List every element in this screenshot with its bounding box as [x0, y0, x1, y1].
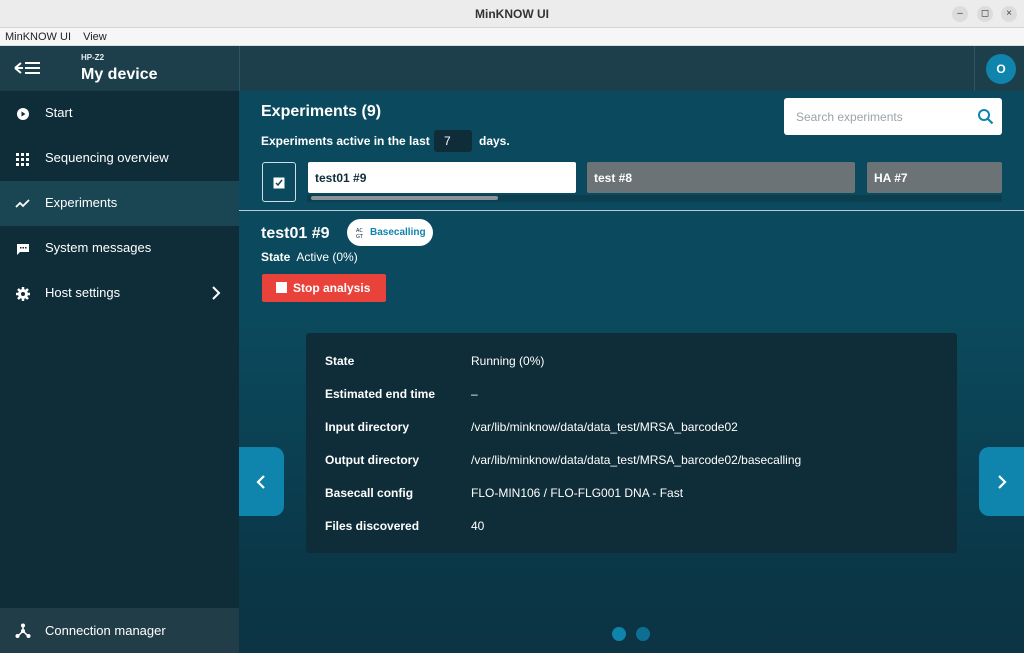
sidebar-item-connection-manager[interactable]: Connection manager: [0, 608, 239, 653]
sidebar-item-label: Sequencing overview: [45, 150, 169, 165]
sidebar-header: HP-Z2 My device: [0, 46, 239, 91]
stop-analysis-button[interactable]: Stop analysis: [262, 274, 386, 302]
sidebar-item-label: Experiments: [45, 195, 118, 210]
menu-minknow[interactable]: MinKNOW UI: [0, 28, 71, 43]
state-label: State: [261, 250, 291, 264]
status-badge: AC GT Basecalling: [347, 219, 433, 246]
search-box: [784, 98, 1002, 135]
info-key: Basecall config: [325, 486, 414, 500]
select-experiments-button[interactable]: [262, 162, 296, 202]
minimize-button[interactable]: –: [952, 6, 968, 22]
experiment-tab[interactable]: test #8: [587, 162, 855, 193]
info-value: –: [471, 387, 478, 401]
header-divider: [974, 46, 975, 91]
experiment-state: State Active (0%): [261, 250, 358, 264]
menu-view[interactable]: View: [78, 28, 107, 43]
sidebar: HP-Z2 My device Start Sequencing overvie…: [0, 46, 239, 653]
sidebar-item-host-settings[interactable]: Host settings: [0, 271, 239, 316]
carousel-prev-button[interactable]: [239, 447, 284, 516]
state-value: Active (0%): [296, 250, 358, 264]
sidebar-item-start[interactable]: Start: [0, 91, 239, 136]
info-key: Files discovered: [325, 519, 420, 533]
sidebar-item-label: Start: [45, 105, 73, 120]
sidebar-item-label: Connection manager: [45, 623, 166, 638]
info-value: /var/lib/minknow/data/data_test/MRSA_bar…: [471, 420, 738, 434]
grid-icon: [15, 151, 31, 167]
gear-icon: [15, 286, 31, 302]
experiment-tab[interactable]: HA #7: [867, 162, 1002, 193]
info-card: State Running (0%) Estimated end time – …: [306, 333, 957, 553]
window-title: MinKNOW UI: [475, 7, 549, 21]
info-key: Input directory: [325, 420, 410, 434]
info-value: FLO-MIN106 / FLO-FLG001 DNA - Fast: [471, 486, 684, 500]
sidebar-item-system-messages[interactable]: System messages: [0, 226, 239, 271]
info-key: State: [325, 354, 355, 368]
stop-icon: [276, 282, 287, 293]
device-title: My device: [81, 66, 158, 83]
experiment-detail-header: test01 #9 AC GT Basecalling State Active (…: [239, 211, 1024, 311]
window-titlebar: MinKNOW UI – ◻ ×: [0, 0, 1024, 28]
info-value: Running (0%): [471, 354, 545, 368]
page-title: Experiments (9): [261, 103, 382, 120]
info-key: Estimated end time: [325, 387, 436, 401]
carousel-dot-2[interactable]: [636, 627, 650, 641]
network-icon: [15, 623, 31, 639]
play-circle-icon: [15, 106, 31, 122]
info-value: 40: [471, 519, 485, 533]
message-icon: [15, 241, 31, 257]
experiment-tab[interactable]: test01 #9: [308, 162, 576, 193]
svg-text:GT: GT: [356, 234, 364, 239]
carousel-next-button[interactable]: [979, 447, 1024, 516]
active-days-input[interactable]: 7: [434, 130, 472, 152]
menu-bar: MinKNOW UI View: [0, 28, 1024, 46]
collapse-menu-icon[interactable]: [13, 58, 43, 78]
device-host: HP-Z2: [81, 53, 105, 62]
search-input[interactable]: [796, 107, 966, 127]
main-header: O: [239, 46, 1024, 91]
sidebar-item-experiments[interactable]: Experiments: [0, 181, 239, 226]
experiment-name: test01 #9: [261, 225, 330, 242]
basecalling-icon: AC GT: [356, 226, 368, 240]
sidebar-item-label: Host settings: [45, 285, 121, 300]
chevron-left-icon: [256, 475, 265, 489]
close-button[interactable]: ×: [1001, 6, 1017, 22]
chevron-right-icon: [210, 284, 222, 302]
carousel: State Running (0%) Estimated end time – …: [239, 311, 1024, 653]
active-days-suffix: days.: [479, 134, 510, 148]
active-filter-label: Experiments active in the last: [261, 134, 430, 148]
trend-line-icon: [15, 196, 31, 212]
experiments-panel: Experiments (9) Experiments active in th…: [239, 91, 1024, 210]
search-icon[interactable]: [977, 108, 994, 125]
sidebar-item-label: System messages: [45, 240, 152, 255]
maximize-button[interactable]: ◻: [977, 6, 993, 22]
info-value: /var/lib/minknow/data/data_test/MRSA_bar…: [471, 453, 802, 467]
avatar[interactable]: O: [986, 54, 1016, 84]
badge-label: Basecalling: [370, 227, 426, 238]
checkbox-icon: [273, 176, 285, 189]
chevron-right-icon: [998, 475, 1007, 489]
tabs-scrollbar-thumb[interactable]: [311, 196, 498, 200]
info-key: Output directory: [325, 453, 420, 467]
carousel-dot-1[interactable]: [612, 627, 626, 641]
sidebar-item-sequencing-overview[interactable]: Sequencing overview: [0, 136, 239, 181]
stop-analysis-label: Stop analysis: [293, 281, 371, 295]
